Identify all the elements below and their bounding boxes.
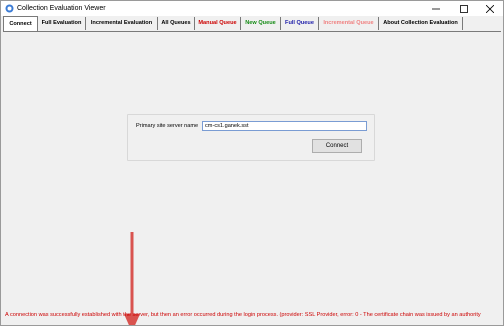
error-status-message: A connection was successfully establishe…: [5, 312, 481, 318]
tab-label: Connect: [9, 21, 32, 27]
tab-label: Full Evaluation: [41, 20, 82, 26]
tab-incremental-queue[interactable]: Incremental Queue: [319, 17, 379, 30]
title-bar[interactable]: Collection Evaluation Viewer: [1, 1, 503, 16]
tab-incremental-evaluation[interactable]: Incremental Evaluation: [86, 17, 158, 30]
app-icon: [5, 4, 14, 13]
tab-about-collection-evaluation[interactable]: About Collection Evaluation: [379, 17, 463, 30]
tab-full-queue[interactable]: Full Queue: [281, 17, 319, 30]
tab-label: Incremental Evaluation: [90, 20, 153, 26]
tab-all-queues[interactable]: All Queues: [158, 17, 195, 30]
tab-strip: Connect Full Evaluation Incremental Eval…: [3, 16, 501, 31]
connect-tab-panel: Primary site server name Connect A conne…: [3, 31, 501, 325]
tab-label: New Queue: [245, 20, 276, 26]
tab-connect[interactable]: Connect: [3, 16, 38, 31]
connection-group: Primary site server name Connect: [127, 114, 375, 161]
app-window: Collection Evaluation Viewer Connect Ful…: [0, 0, 504, 326]
close-button[interactable]: [477, 1, 503, 16]
maximize-icon: [460, 4, 468, 13]
tab-label: Incremental Queue: [323, 20, 374, 26]
window-title: Collection Evaluation Viewer: [17, 5, 106, 12]
tab-label: Manual Queue: [198, 20, 237, 26]
tab-label: Full Queue: [285, 20, 314, 26]
tab-new-queue[interactable]: New Queue: [241, 17, 281, 30]
connect-button[interactable]: Connect: [312, 139, 362, 153]
tab-label: About Collection Evaluation: [383, 20, 458, 26]
close-icon: [486, 4, 494, 13]
tab-label: All Queues: [161, 20, 191, 26]
maximize-button[interactable]: [451, 1, 477, 16]
minimize-icon: [432, 8, 440, 9]
server-name-label: Primary site server name: [136, 123, 199, 129]
tab-full-evaluation[interactable]: Full Evaluation: [38, 17, 86, 30]
tab-manual-queue[interactable]: Manual Queue: [195, 17, 241, 30]
minimize-button[interactable]: [423, 1, 449, 16]
server-name-input[interactable]: [202, 121, 367, 131]
